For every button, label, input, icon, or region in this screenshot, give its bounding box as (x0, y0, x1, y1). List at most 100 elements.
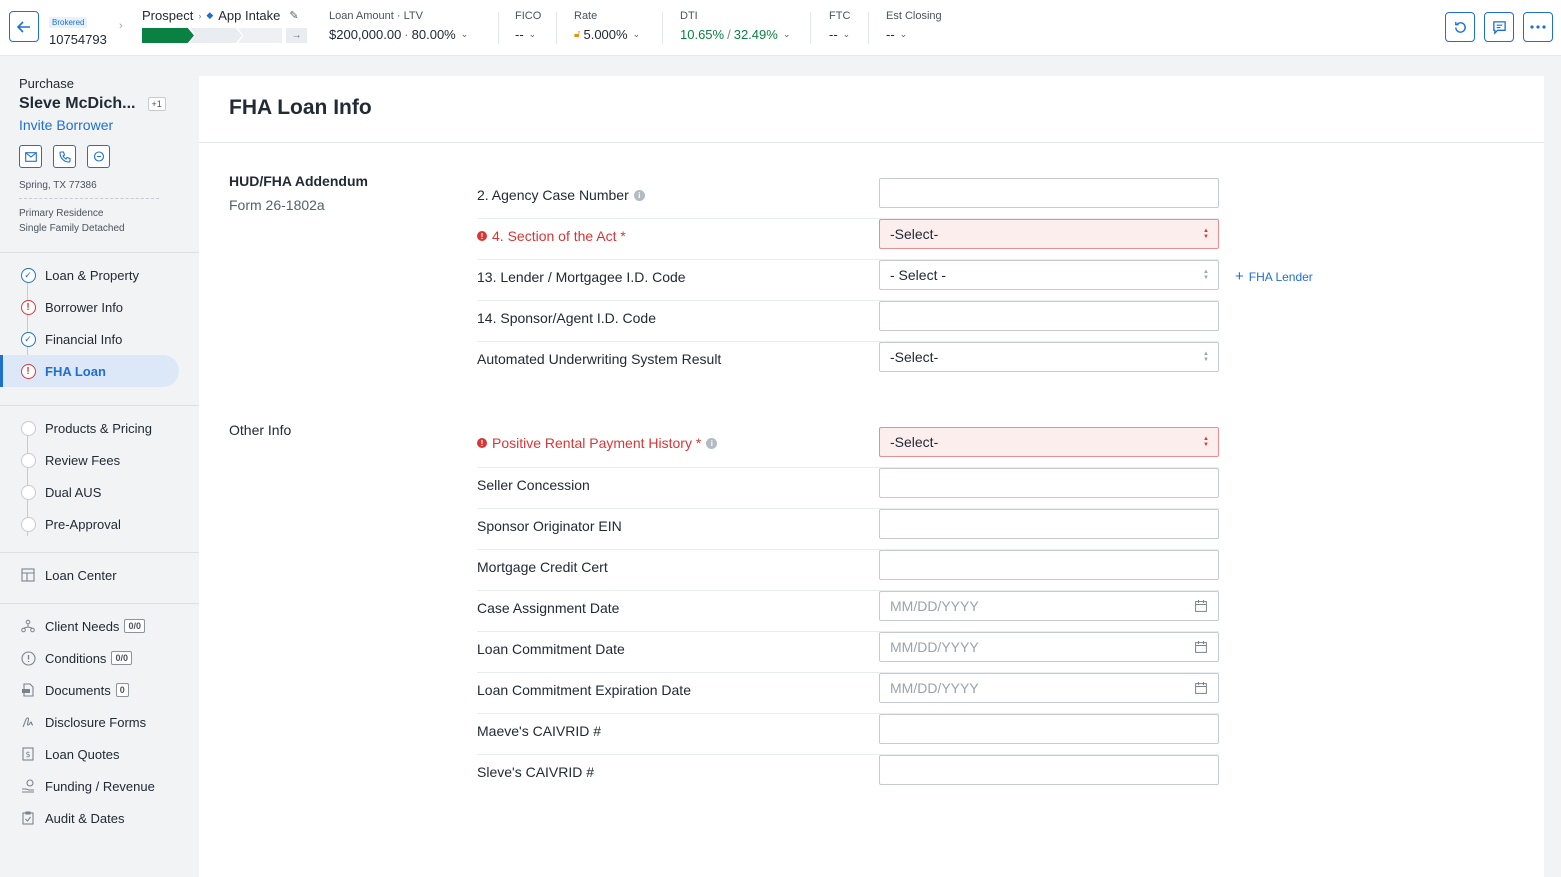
rental-payment-history-select[interactable]: -Select- ▲ ▼ (879, 427, 1219, 457)
form-row: Mortgage Credit Cert (477, 550, 1219, 591)
sidebar-item-funding-revenue[interactable]: Funding / Revenue (0, 770, 199, 802)
rate-metric[interactable]: Rate 🔓︎ 5.000% ⌄ (574, 10, 640, 42)
field-label: Sleve's CAIVRID # (477, 764, 595, 780)
dti-front-value: 10.65% (680, 27, 725, 42)
stage-prev-label: Prospect (142, 8, 194, 23)
chevron-down-icon: ⌄ (782, 29, 791, 39)
sidebar-item-loan-center[interactable]: Loan Center (0, 559, 199, 591)
svg-text:$: $ (26, 750, 31, 759)
loan-commitment-date-input[interactable]: MM/DD/YYYY (879, 632, 1219, 662)
sidebar-item-review-fees[interactable]: Review Fees (0, 444, 199, 476)
case-assignment-date-input[interactable]: MM/DD/YYYY (879, 591, 1219, 621)
mortgage-credit-cert-input[interactable] (879, 550, 1219, 580)
stage-progress-bar: → (142, 28, 307, 43)
borrower-summary: Purchase Sleve McDich... +1 Invite Borro… (0, 57, 199, 236)
invite-borrower-link[interactable]: Invite Borrower (19, 117, 180, 133)
next-steps: Products & Pricing Review Fees Dual AUS … (0, 405, 199, 546)
select-arrows-icon: ▲ ▼ (1203, 351, 1209, 363)
sidebar-item-label: Dual AUS (45, 484, 102, 500)
date-placeholder: MM/DD/YYYY (890, 639, 979, 655)
occupancy-type: Primary Residence (19, 208, 104, 219)
sidebar-item-disclosure-forms[interactable]: Disclosure Forms (0, 706, 199, 738)
lender-id-select[interactable]: - Select - ▲ ▼ (879, 260, 1219, 290)
divider (868, 12, 869, 44)
select-arrows-icon: ▲ ▼ (1203, 436, 1209, 448)
comments-button[interactable] (1484, 12, 1514, 42)
loan-commitment-expiration-date-input[interactable]: MM/DD/YYYY (879, 673, 1219, 703)
sidebar-item-audit-dates[interactable]: Audit & Dates (0, 802, 199, 834)
agency-case-number-input[interactable] (879, 178, 1219, 208)
sidebar-item-client-needs[interactable]: Client Needs 0/0 (0, 610, 199, 642)
advance-stage-arrow-icon[interactable]: → (286, 28, 307, 43)
sidebar-item-label: Funding / Revenue (45, 778, 155, 794)
section-of-act-select[interactable]: -Select- ▲ ▼ (879, 219, 1219, 249)
count-badge: 0 (115, 683, 129, 697)
sponsor-agent-id-input[interactable] (879, 301, 1219, 331)
sleve-caivrid-input[interactable] (879, 755, 1219, 785)
chevron-down-icon: ⌄ (899, 29, 908, 39)
loan-amount-ltv-metric[interactable]: Loan Amount · LTV $200,000.00 · 80.00% ⌄ (329, 10, 468, 42)
calendar-icon[interactable] (1195, 681, 1207, 697)
add-fha-lender-button[interactable]: + FHA Lender (1235, 268, 1313, 285)
loan-tools: Client Needs 0/0 Conditions 0/0 Document… (0, 603, 199, 840)
loan-stage[interactable]: Prospect › ◆ App Intake ✎ → (142, 8, 307, 43)
dti-label: DTI (680, 10, 698, 22)
empty-circle-icon (20, 420, 36, 436)
call-button[interactable] (53, 145, 76, 168)
dashboard-icon (20, 567, 36, 583)
arrow-left-icon (17, 20, 30, 33)
check-circle-icon: ✓ (20, 267, 36, 283)
money-hand-icon (20, 778, 36, 794)
select-value: -Select- (890, 226, 939, 242)
field-label: ! 4. Section of the Act * (477, 228, 626, 244)
maeve-caivrid-input[interactable] (879, 714, 1219, 744)
sidebar-item-conditions[interactable]: Conditions 0/0 (0, 642, 199, 674)
fico-metric[interactable]: FICO -- ⌄ (515, 10, 541, 42)
sidebar-item-borrower-info[interactable]: ! Borrower Info (0, 291, 199, 323)
ltv-label: LTV (403, 10, 423, 22)
empty-circle-icon (20, 484, 36, 500)
sidebar: Purchase Sleve McDich... +1 Invite Borro… (0, 57, 199, 877)
back-button[interactable] (9, 11, 39, 42)
refresh-button[interactable] (1445, 12, 1475, 42)
sidebar-item-dual-aus[interactable]: Dual AUS (0, 476, 199, 508)
edit-pencil-icon[interactable]: ✎ (289, 9, 298, 22)
form-row: Case Assignment Date MM/DD/YYYY (477, 591, 1219, 632)
loan-center-group: Loan Center (0, 552, 199, 597)
aus-result-select[interactable]: -Select- ▲ ▼ (879, 342, 1219, 372)
calendar-icon[interactable] (1195, 599, 1207, 615)
more-icon (1530, 25, 1546, 29)
sidebar-item-fha-loan[interactable]: ! FHA Loan (0, 355, 179, 387)
info-icon[interactable]: i (633, 189, 645, 201)
info-icon[interactable]: i (706, 437, 718, 449)
sidebar-item-pre-approval[interactable]: Pre-Approval (0, 508, 199, 540)
unlocked-icon: 🔓︎ (574, 29, 581, 40)
field-label: Automated Underwriting System Result (477, 351, 722, 367)
sidebar-item-documents[interactable]: Documents 0 (0, 674, 199, 706)
section-title: Other Info (229, 422, 292, 438)
seller-concession-input[interactable] (879, 468, 1219, 498)
field-label: 2. Agency Case Number i (477, 187, 645, 203)
ftc-metric[interactable]: FTC -- ⌄ (829, 10, 850, 42)
borrower-name[interactable]: Sleve McDich... (19, 95, 136, 113)
sidebar-item-label: FHA Loan (45, 363, 106, 379)
form-row: Maeve's CAIVRID # (477, 714, 1219, 755)
email-button[interactable] (19, 145, 42, 168)
field-label: Seller Concession (477, 477, 590, 493)
message-button[interactable] (87, 145, 110, 168)
sidebar-item-products-pricing[interactable]: Products & Pricing (0, 412, 199, 444)
date-placeholder: MM/DD/YYYY (890, 680, 979, 696)
sponsor-originator-ein-input[interactable] (879, 509, 1219, 539)
exclamation-circle-icon (20, 650, 36, 666)
sidebar-item-loan-quotes[interactable]: $ Loan Quotes (0, 738, 199, 770)
form-row: Seller Concession (477, 468, 1219, 509)
more-options-button[interactable] (1523, 12, 1553, 42)
additional-borrowers-badge[interactable]: +1 (147, 97, 166, 111)
refresh-icon (1454, 21, 1466, 33)
date-placeholder: MM/DD/YYYY (890, 598, 979, 614)
est-closing-metric[interactable]: Est Closing -- ⌄ (886, 10, 942, 42)
calendar-icon[interactable] (1195, 640, 1207, 656)
dti-metric[interactable]: DTI 10.65%/32.49% ⌄ (680, 10, 790, 42)
sidebar-item-financial-info[interactable]: ✓ Financial Info (0, 323, 199, 355)
sidebar-item-loan-property[interactable]: ✓ Loan & Property (0, 259, 199, 291)
